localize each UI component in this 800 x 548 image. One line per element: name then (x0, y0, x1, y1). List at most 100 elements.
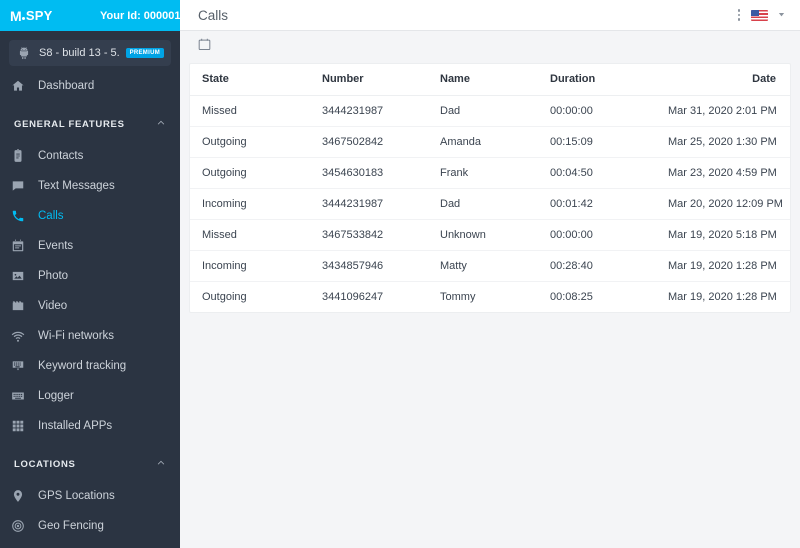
apps-grid-icon (10, 418, 26, 434)
column-header-date[interactable]: Date (668, 64, 790, 96)
filter-toolbar (189, 31, 791, 63)
us-flag-icon[interactable] (751, 9, 768, 21)
target-icon (10, 518, 26, 534)
cell-date: Mar 23, 2020 4:59 PM (668, 157, 790, 189)
android-icon (16, 45, 32, 61)
cell-name: Dad (428, 95, 538, 127)
sidebar-item-text-messages[interactable]: Text Messages (0, 171, 180, 201)
top-bar-actions (736, 6, 787, 24)
table-row[interactable]: Missed 3444231987 Dad 00:00:00 Mar 31, 2… (190, 95, 790, 127)
mspy-logo[interactable]: M SPY (10, 8, 53, 24)
cell-duration: 00:28:40 (538, 250, 668, 282)
photo-icon (10, 268, 26, 284)
wifi-icon (10, 328, 26, 344)
top-bar: Calls (180, 0, 800, 31)
sidebar-item-contacts[interactable]: Contacts (0, 141, 180, 171)
sidebar-item-label: GPS Locations (38, 490, 115, 502)
calendar-icon[interactable] (197, 37, 212, 57)
sidebar-item-label: Text Messages (38, 180, 115, 192)
sidebar-item-label: Installed APPs (38, 420, 113, 432)
keyword-icon (10, 358, 26, 374)
sidebar-item-photo[interactable]: Photo (0, 261, 180, 291)
sidebar-item-keyword-tracking[interactable]: Keyword tracking (0, 351, 180, 381)
sidebar-item-calls[interactable]: Calls (0, 201, 180, 231)
column-header-number[interactable]: Number (310, 64, 428, 96)
calls-table-card: State Number Name Duration Date Missed 3… (189, 63, 791, 313)
table-row[interactable]: Outgoing 3454630183 Frank 00:04:50 Mar 2… (190, 157, 790, 189)
cell-name: Frank (428, 157, 538, 189)
cell-date: Mar 19, 2020 1:28 PM (668, 250, 790, 282)
sidebar-item-label: Contacts (38, 150, 84, 162)
cell-number: 3441096247 (322, 290, 384, 303)
cell-date: Mar 25, 2020 1:30 PM (668, 126, 790, 158)
cell-state: Missed (190, 95, 310, 127)
table-row[interactable]: Outgoing 3441096247 Tommy 00:08:25 Mar 1… (190, 281, 790, 312)
chevron-down-icon[interactable] (777, 6, 786, 24)
table-row[interactable]: Outgoing 3467502842 Amanda 00:15:09 Mar … (190, 126, 790, 158)
cell-duration: 00:08:25 (550, 290, 593, 303)
table-header-row: State Number Name Duration Date (190, 64, 790, 96)
map-pin-icon (10, 488, 26, 504)
cell-duration: 00:15:09 (538, 126, 668, 158)
column-header-name[interactable]: Name (428, 64, 538, 96)
sidebar-item-label: Calls (38, 210, 64, 222)
contacts-icon (10, 148, 26, 164)
keyboard-icon (10, 388, 26, 404)
column-header-state[interactable]: State (190, 64, 310, 96)
cell-duration: 00:00:00 (538, 95, 668, 127)
table-row[interactable]: Incoming 3444231987 Dad 00:01:42 Mar 20,… (190, 188, 790, 220)
phone-icon (10, 208, 26, 224)
sidebar-item-geo-fencing[interactable]: Geo Fencing (0, 511, 180, 541)
sidebar-item-events[interactable]: Events (0, 231, 180, 261)
account-id: Your Id: 000001 (100, 0, 181, 31)
home-icon (10, 78, 26, 94)
chevron-up-icon[interactable] (156, 115, 166, 133)
sidebar-item-installed-apps[interactable]: Installed APPs (0, 411, 180, 441)
sidebar-section-locations[interactable]: LOCATIONS (0, 447, 180, 481)
cell-state: Outgoing (202, 290, 247, 303)
cell-number: 3467533842 (310, 219, 428, 251)
sidebar-section-general-features[interactable]: GENERAL FEATURES (0, 107, 180, 141)
sidebar: M SPY S8 - build 13 - 5.... PREMIUM Dash… (0, 0, 180, 548)
column-header-duration[interactable]: Duration (538, 64, 668, 96)
sidebar-item-video[interactable]: Video (0, 291, 180, 321)
cell-date: Mar 19, 2020 5:18 PM (668, 219, 790, 251)
cell-state: Outgoing (190, 126, 310, 158)
sidebar-item-gps-locations[interactable]: GPS Locations (0, 481, 180, 511)
table-body: Missed 3444231987 Dad 00:00:00 Mar 31, 2… (190, 95, 790, 312)
sidebar-item-logger[interactable]: Logger (0, 381, 180, 411)
chevron-up-icon[interactable] (156, 455, 166, 473)
sidebar-item-label: Logger (38, 390, 74, 402)
sidebar-item-label: Photo (38, 270, 69, 282)
premium-badge: PREMIUM (125, 48, 164, 58)
cell-duration: 00:00:00 (538, 219, 668, 251)
sidebar-item-dashboard[interactable]: Dashboard (0, 71, 180, 101)
sidebar-item-label: Wi-Fi networks (38, 330, 115, 342)
device-selector[interactable]: S8 - build 13 - 5.... PREMIUM (9, 40, 171, 66)
table-head: State Number Name Duration Date (190, 64, 790, 96)
cell-name: Unknown (428, 219, 538, 251)
logo-text: SPY (25, 8, 53, 23)
cell-date: Mar 31, 2020 2:01 PM (668, 95, 790, 127)
table-row[interactable]: Incoming 3434857946 Matty 00:28:40 Mar 1… (190, 250, 790, 282)
cell-duration: 00:04:50 (538, 157, 668, 189)
section-title: GENERAL FEATURES (14, 118, 125, 130)
cell-number: 3434857946 (310, 250, 428, 282)
account-id-label: Your Id: 000001 (100, 9, 181, 22)
sidebar-item-label: Dashboard (38, 80, 95, 92)
cell-state: Incoming (190, 250, 310, 282)
sidebar-item-wifi-networks[interactable]: Wi-Fi networks (0, 321, 180, 351)
video-icon (10, 298, 26, 314)
cell-duration: 00:01:42 (538, 188, 668, 220)
table-row[interactable]: Missed 3467533842 Unknown 00:00:00 Mar 1… (190, 219, 790, 251)
kebab-menu-icon[interactable] (736, 6, 743, 24)
cell-number: 3444231987 (310, 188, 428, 220)
section-title: LOCATIONS (14, 458, 76, 470)
cell-state: Missed (190, 219, 310, 251)
sidebar-item-label: Events (38, 240, 74, 252)
device-name: S8 - build 13 - 5.... (39, 47, 119, 59)
cell-state: Outgoing (190, 157, 310, 189)
sidebar-item-label: Video (38, 300, 68, 312)
cell-number: 3454630183 (310, 157, 428, 189)
cell-name: Dad (428, 188, 538, 220)
